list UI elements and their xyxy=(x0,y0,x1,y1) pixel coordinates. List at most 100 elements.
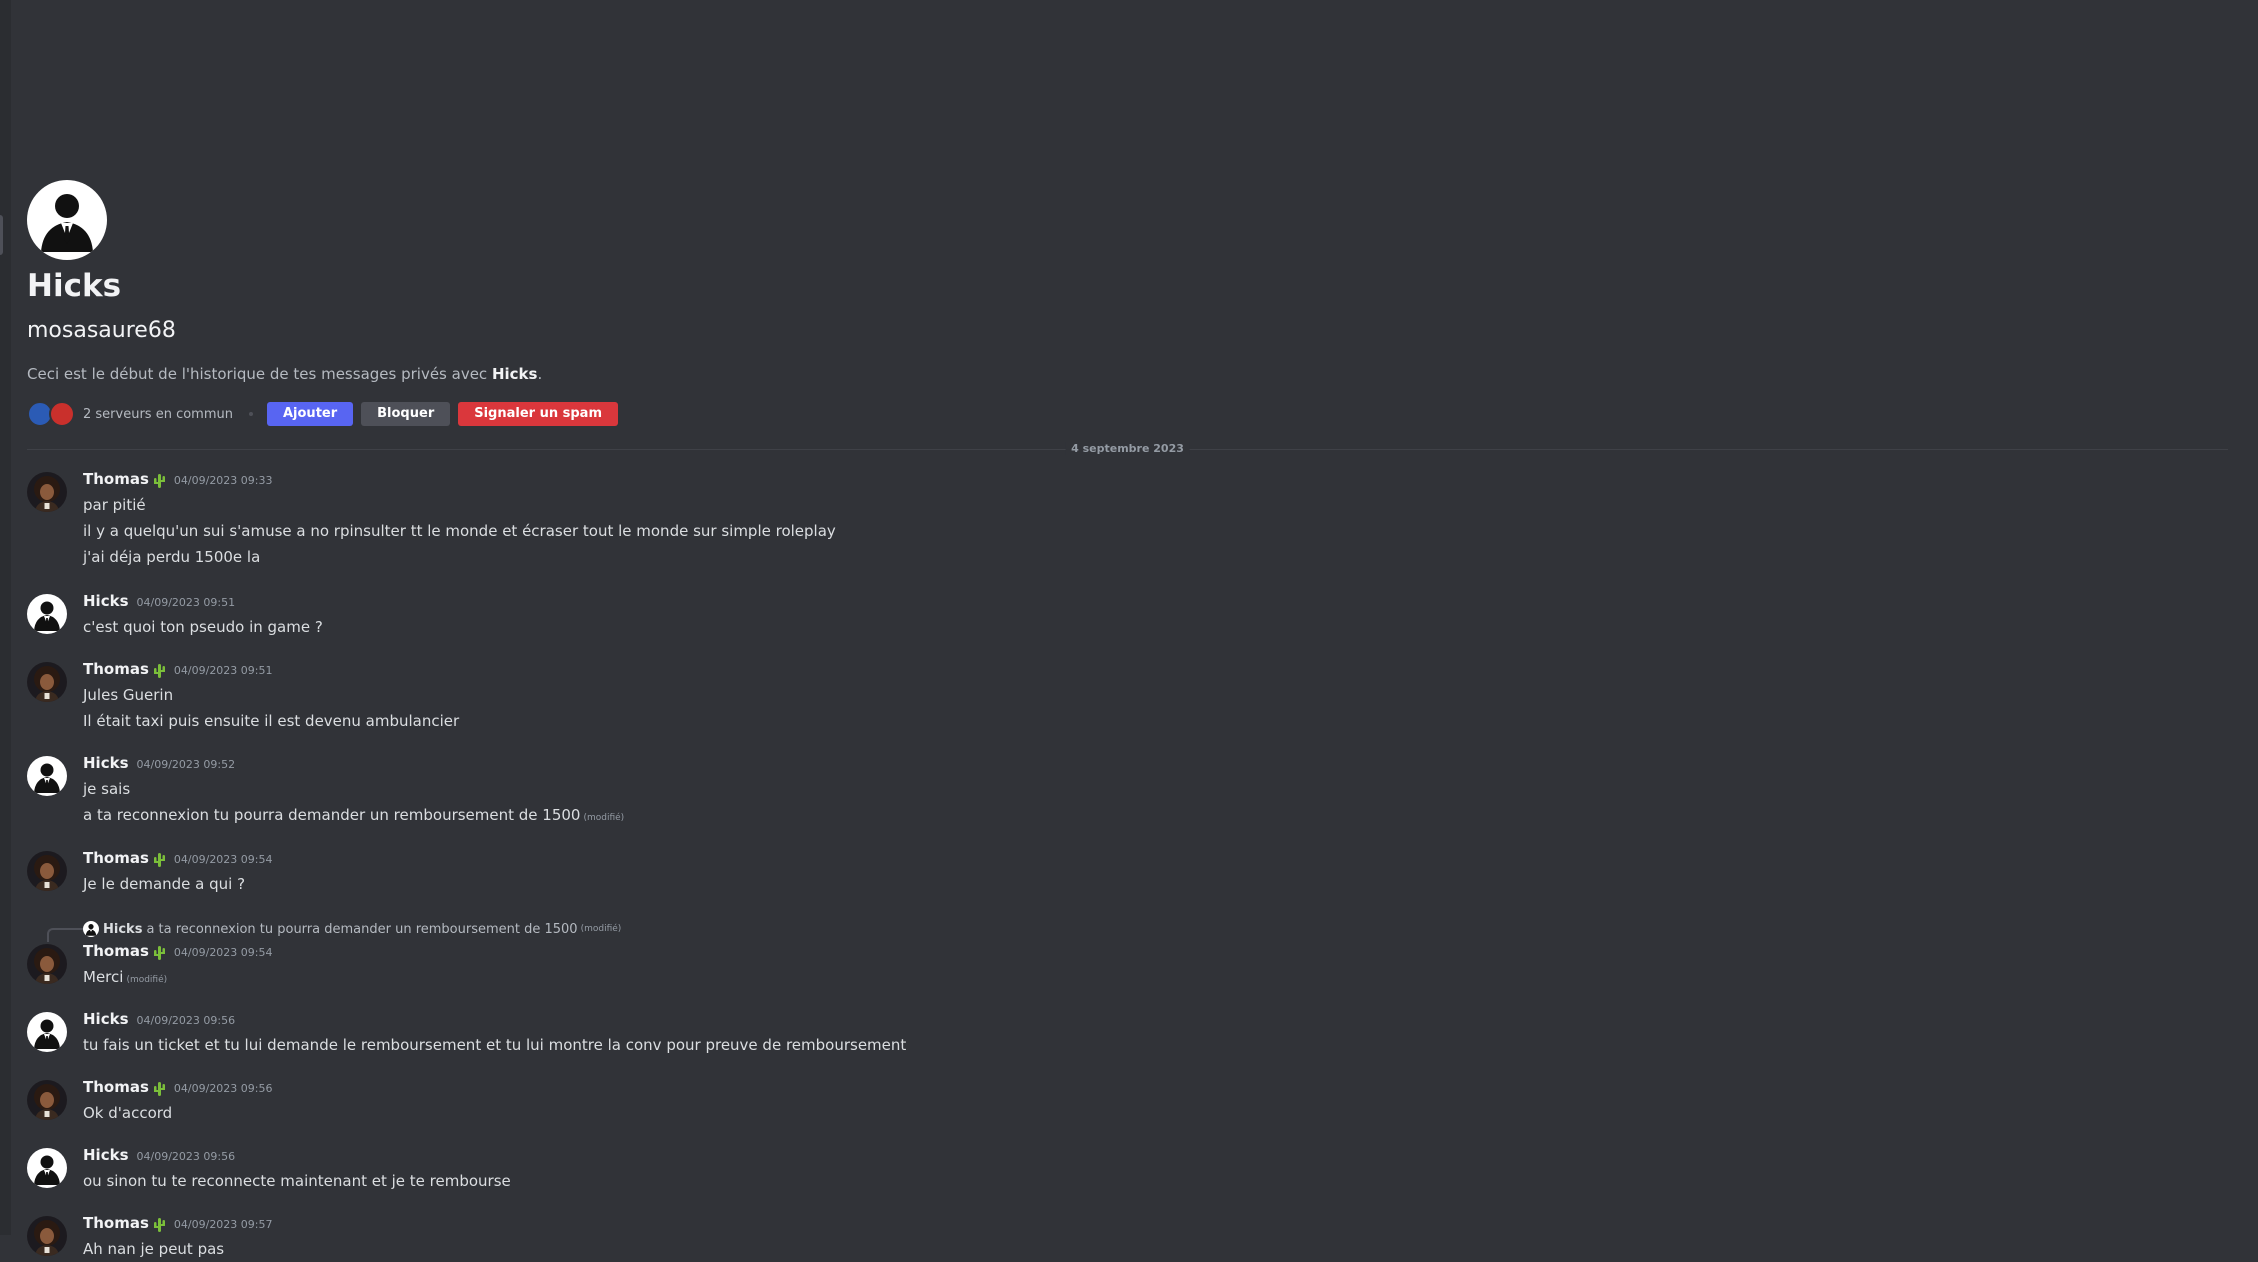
message-header: Hicks 04/09/2023 09:56 xyxy=(83,1010,2228,1032)
message-group: Thomas 04/09/2023 09:33 par pitié il y a qu… xyxy=(27,470,2228,570)
message-text: tu fais un ticket et tu lui demande le r… xyxy=(83,1036,907,1054)
hicks-avatar[interactable] xyxy=(27,756,67,796)
message-author[interactable]: Thomas xyxy=(83,660,149,678)
message-text: Ah nan je peut pas xyxy=(83,1240,225,1258)
message-body: Hicks 04/09/2023 09:52 je sais a ta reconne… xyxy=(83,754,2228,831)
message-timestamp: 04/09/2023 09:51 xyxy=(136,596,236,609)
message-line: je sais xyxy=(83,776,2228,802)
message-line: Il était taxi puis ensuite il est devenu… xyxy=(83,708,2228,734)
message-body: Hicks 04/09/2023 09:51 c'est quoi ton pseu… xyxy=(83,592,2228,640)
message-author[interactable]: Thomas xyxy=(83,942,149,960)
message-line: il y a quelqu'un sui s'amuse a no rpinsu… xyxy=(83,518,2228,544)
message-group: Hicks 04/09/2023 09:56 ou sinon tu te reco… xyxy=(27,1146,2228,1194)
message-line: Ah nan je peut pas xyxy=(83,1236,2228,1262)
server-rail xyxy=(0,0,11,1235)
message-header: Thomas 04/09/2023 09:54 xyxy=(83,942,2228,964)
message-timestamp: 04/09/2023 09:56 xyxy=(173,1082,273,1095)
message-group: Hicks 04/09/2023 09:51 c'est quoi ton pseu… xyxy=(27,592,2228,640)
message-text: a ta reconnexion tu pourra demander un r… xyxy=(83,806,581,824)
message-group: Thomas 04/09/2023 09:56 Ok d'accord xyxy=(27,1078,2228,1126)
cactus-badge-icon xyxy=(153,1082,165,1096)
message-author[interactable]: Thomas xyxy=(83,1078,149,1096)
message-text: ou sinon tu te reconnecte maintenant et … xyxy=(83,1172,511,1190)
message-line: c'est quoi ton pseudo in game ? xyxy=(83,614,2228,640)
message-body: Thomas 04/09/2023 09:57 Ah nan je peut pas xyxy=(83,1214,2228,1262)
message-group: Thomas 04/09/2023 09:57 Ah nan je peut pas xyxy=(27,1214,2228,1262)
message-group: Hicks a ta reconnexion tu pourra demander… xyxy=(27,921,2228,993)
message-timestamp: 04/09/2023 09:33 xyxy=(173,474,273,487)
hicks-avatar[interactable] xyxy=(27,1012,67,1052)
thomas-avatar[interactable] xyxy=(27,1080,67,1120)
server-icon[interactable] xyxy=(49,401,75,427)
welcome-prefix: Ceci est le début de l'historique de tes… xyxy=(27,365,492,383)
profile-name: Hicks xyxy=(27,268,122,304)
message-line: a ta reconnexion tu pourra demander un r… xyxy=(83,802,2228,831)
cactus-badge-icon xyxy=(153,853,165,867)
reply-spine xyxy=(47,928,83,942)
thomas-avatar[interactable] xyxy=(27,851,67,891)
message-text: par pitié xyxy=(83,496,146,514)
reply-preview[interactable]: Hicks a ta reconnexion tu pourra demander… xyxy=(83,920,621,938)
reply-author[interactable]: Hicks xyxy=(103,922,142,937)
profile-username: mosasaure68 xyxy=(27,318,176,343)
message-author[interactable]: Hicks xyxy=(83,1146,129,1164)
message-timestamp: 04/09/2023 09:54 xyxy=(173,946,273,959)
message-header: Hicks 04/09/2023 09:56 xyxy=(83,1146,2228,1168)
businessman-avatar-icon xyxy=(41,194,93,252)
message-text: il y a quelqu'un sui s'amuse a no rpinsu… xyxy=(83,522,836,540)
welcome-name: Hicks xyxy=(491,365,538,383)
message-author[interactable]: Hicks xyxy=(83,754,129,772)
reply-avatar xyxy=(83,921,99,937)
edited-label: (modifié) xyxy=(583,813,625,823)
thomas-avatar[interactable] xyxy=(27,472,67,512)
cactus-badge-icon xyxy=(153,1218,165,1232)
message-body: Thomas 04/09/2023 09:51 Jules Guerin Il éta… xyxy=(83,660,2228,734)
message-text: c'est quoi ton pseudo in game ? xyxy=(83,618,323,636)
message-header: Hicks 04/09/2023 09:51 xyxy=(83,592,2228,614)
message-text: Il était taxi puis ensuite il est devenu… xyxy=(83,712,460,730)
message-author[interactable]: Hicks xyxy=(83,592,129,610)
message-author[interactable]: Hicks xyxy=(83,1010,129,1028)
message-text: Ok d'accord xyxy=(83,1104,173,1122)
message-text: Je le demande a qui ? xyxy=(83,875,246,893)
message-body: Thomas 04/09/2023 09:56 Ok d'accord xyxy=(83,1078,2228,1126)
message-line: j'ai déja perdu 1500e la xyxy=(83,544,2228,570)
message-timestamp: 04/09/2023 09:54 xyxy=(173,853,273,866)
message-header: Thomas 04/09/2023 09:51 xyxy=(83,660,2228,682)
report-spam-button[interactable]: Signaler un spam xyxy=(458,402,618,426)
cactus-badge-icon xyxy=(153,664,165,678)
hicks-avatar[interactable] xyxy=(27,1148,67,1188)
profile-avatar[interactable] xyxy=(27,180,107,260)
mutual-server-icons[interactable] xyxy=(27,401,75,427)
message-group: Hicks 04/09/2023 09:52 je sais a ta reconne… xyxy=(27,754,2228,831)
message-timestamp: 04/09/2023 09:56 xyxy=(136,1150,236,1163)
message-line: par pitié xyxy=(83,492,2228,518)
thomas-avatar[interactable] xyxy=(27,1216,67,1256)
message-author[interactable]: Thomas xyxy=(83,849,149,867)
profile-actions: 2 serveurs en commun Ajouter Bloquer Sig… xyxy=(27,401,626,427)
message-timestamp: 04/09/2023 09:51 xyxy=(173,664,273,677)
message-text: Merci xyxy=(83,968,124,986)
rail-indicator xyxy=(0,215,3,255)
thomas-avatar[interactable] xyxy=(27,662,67,702)
message-header: Thomas 04/09/2023 09:57 xyxy=(83,1214,2228,1236)
message-line: ou sinon tu te reconnecte maintenant et … xyxy=(83,1168,2228,1194)
thomas-avatar[interactable] xyxy=(27,944,67,984)
message-author[interactable]: Thomas xyxy=(83,470,149,488)
message-body: Thomas 04/09/2023 09:33 par pitié il y a qu… xyxy=(83,470,2228,570)
add-friend-button[interactable]: Ajouter xyxy=(266,402,354,426)
message-group: Thomas 04/09/2023 09:54 Je le demande a qu… xyxy=(27,849,2228,897)
message-timestamp: 04/09/2023 09:52 xyxy=(136,758,236,771)
block-button[interactable]: Bloquer xyxy=(361,402,451,426)
message-timestamp: 04/09/2023 09:56 xyxy=(136,1014,236,1027)
hicks-avatar[interactable] xyxy=(27,594,67,634)
message-body: Thomas 04/09/2023 09:54 Merci (modifié) xyxy=(83,942,2228,993)
date-divider: 4 septembre 2023 xyxy=(1065,442,1190,455)
message-body: Thomas 04/09/2023 09:54 Je le demande a qu… xyxy=(83,849,2228,897)
mutual-servers-link[interactable]: 2 serveurs en commun xyxy=(83,407,233,422)
cactus-badge-icon xyxy=(153,474,165,488)
message-line: tu fais un ticket et tu lui demande le r… xyxy=(83,1032,2228,1058)
message-line: Ok d'accord xyxy=(83,1100,2228,1126)
message-author[interactable]: Thomas xyxy=(83,1214,149,1232)
message-line: Merci (modifié) xyxy=(83,964,2228,993)
